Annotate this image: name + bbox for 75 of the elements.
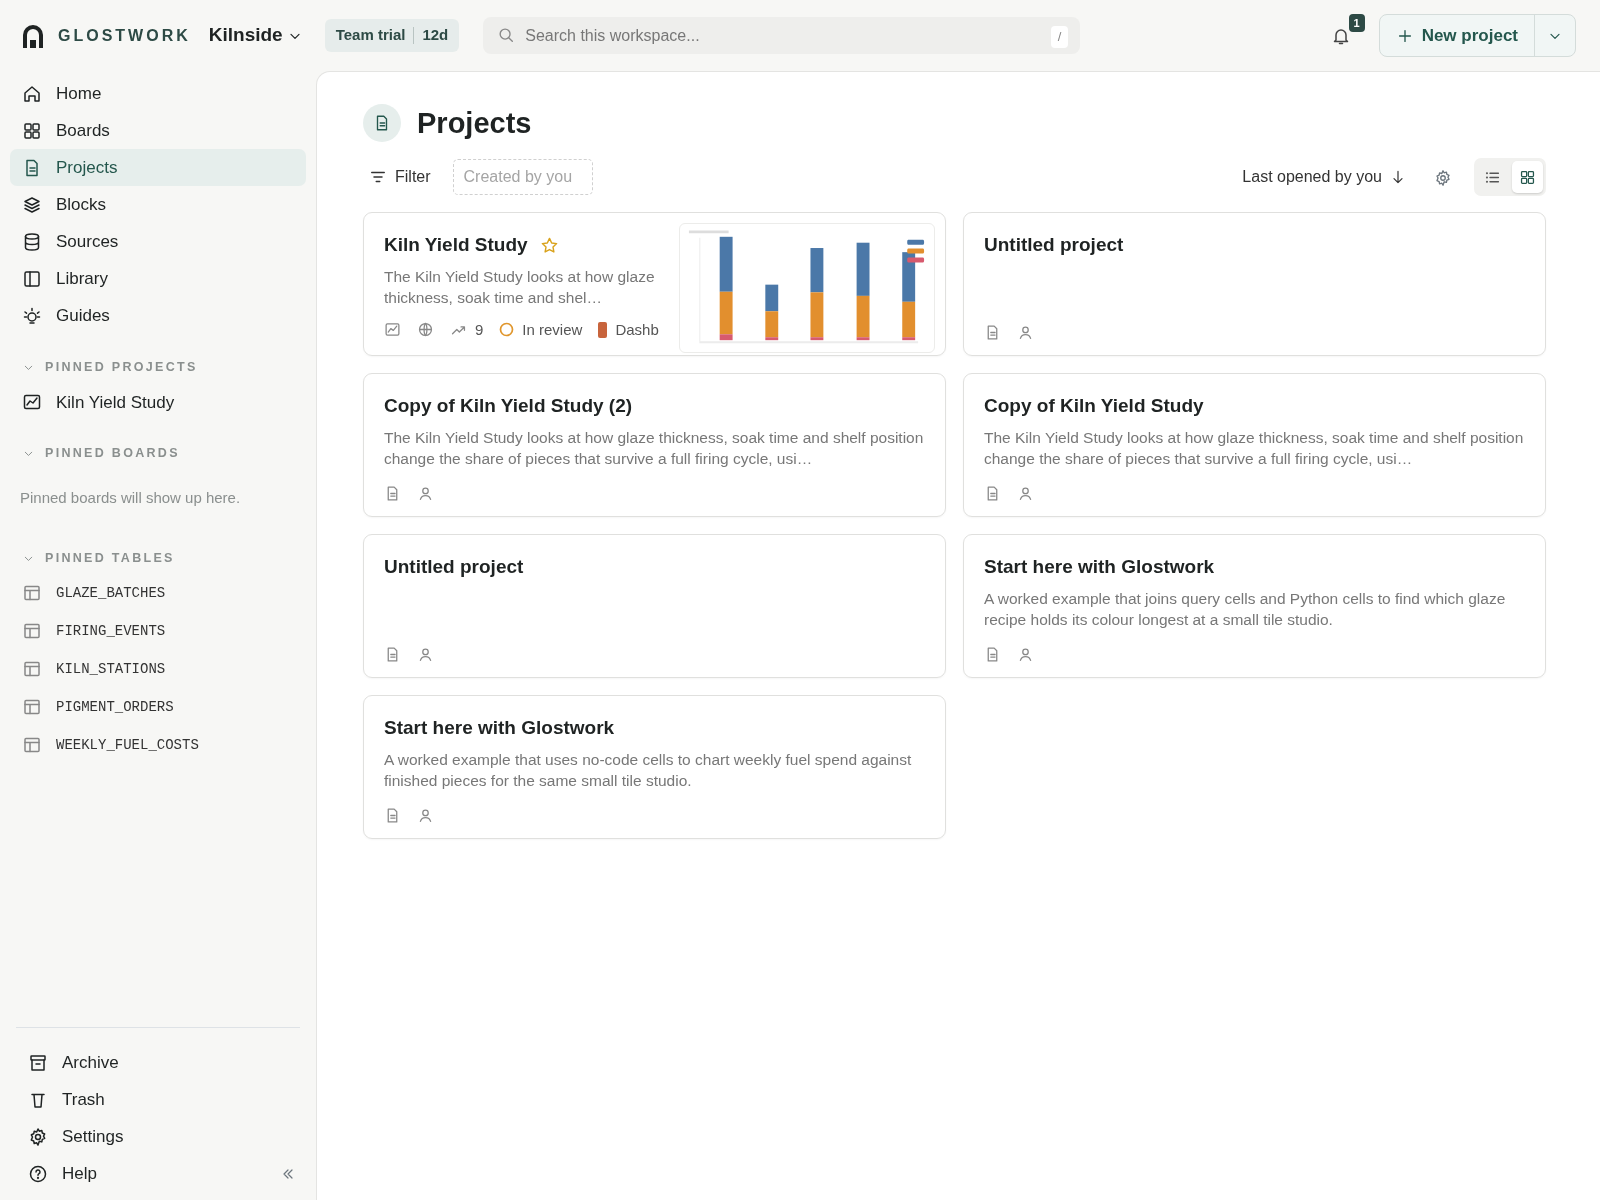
search-icon — [497, 26, 516, 44]
sidebar-item[interactable]: Kiln Yield Study — [10, 384, 306, 420]
sidebar-item[interactable]: Home — [10, 75, 306, 112]
person-icon — [1017, 485, 1034, 502]
tag-label: Dashb — [615, 319, 659, 340]
trial-days: 12d — [422, 24, 449, 47]
project-description: The Kiln Yield Study looks at how glaze thickness, soak time and shelf position change the share of pieces that survive a full firing cycle, usi… — [984, 427, 1525, 469]
project-card[interactable]: Start here with Glostwork A worked example that uses no-code cells to chart weekly fuel spend against finished pieces for the same small tile studio. — [363, 695, 946, 839]
help-icon — [28, 1163, 48, 1184]
person-icon — [1017, 646, 1034, 663]
sidebar-item[interactable]: Settings — [16, 1118, 300, 1155]
project-title: Untitled project — [384, 555, 524, 579]
sun-icon — [22, 305, 42, 326]
view-count: 9 — [475, 319, 484, 340]
settings-icon — [1434, 168, 1452, 187]
arrow-down-icon — [1390, 169, 1406, 185]
sidebar-item[interactable]: KILN_STATIONS — [10, 651, 306, 687]
brand-name: GLOSTWORK — [58, 25, 191, 46]
sidebar-item[interactable]: FIRING_EVENTS — [10, 613, 306, 649]
sidebar-item[interactable]: Guides — [10, 297, 306, 334]
sidebar-item[interactable]: Help — [16, 1155, 280, 1192]
trial-label: Team trial — [335, 25, 406, 46]
database-icon — [22, 231, 42, 252]
filter-button[interactable]: Filter — [363, 164, 437, 190]
empty-message: Pinned boards will show up here. — [19, 487, 242, 508]
project-card[interactable]: Untitled project — [963, 212, 1546, 356]
notification-count: 1 — [1348, 13, 1365, 32]
sidebar-item[interactable]: GLAZE_BATCHES — [10, 575, 306, 611]
sidebar-item[interactable]: Trash — [16, 1081, 300, 1118]
chart-icon — [384, 321, 401, 339]
layers-icon — [22, 194, 42, 215]
grid-view-button[interactable] — [1512, 161, 1543, 193]
project-title: Start here with Glostwork — [984, 555, 1215, 579]
project-description: A worked example that joins query cells and Python cells to find which glaze recipe holds its colour longest at a small tile studio. — [984, 588, 1507, 630]
tag-swatch-icon — [598, 321, 608, 338]
sidebar-item[interactable]: Projects — [10, 149, 306, 186]
sidebar-item[interactable]: Archive — [16, 1044, 300, 1081]
project-description: A worked example that uses no-code cells to chart weekly fuel spend against finished pieces for the same small tile studio. — [384, 749, 913, 791]
person-icon — [417, 485, 434, 502]
project-card[interactable]: Kiln Yield Study The Kiln Yield Study looks at how glaze thickness, soak time and shel… 9 In review Dashb — [363, 212, 946, 356]
sidebar-item[interactable]: Sources — [10, 223, 306, 260]
archive-icon — [28, 1052, 48, 1073]
page-title: Projects — [417, 105, 532, 141]
sidebar-item[interactable]: Boards — [10, 112, 306, 149]
sidebar-item[interactable]: PIGMENT_ORDERS — [10, 689, 306, 725]
sort-button[interactable]: Last opened by you — [1236, 164, 1412, 190]
project-card[interactable]: Copy of Kiln Yield Study The Kiln Yield Study looks at how glaze thickness, soak time and shelf position change the share of pieces that survive a full firing cycle, usi… — [963, 373, 1546, 517]
project-card[interactable]: Untitled project — [363, 534, 946, 678]
person-icon — [417, 646, 434, 663]
person-icon — [417, 807, 434, 824]
home-icon — [22, 83, 42, 104]
project-description: The Kiln Yield Study looks at how glaze thickness, soak time and shel… — [384, 266, 656, 308]
status-label: In review — [522, 319, 583, 340]
sidebar-item[interactable]: WEEKLY_FUEL_COSTS — [10, 727, 306, 763]
sidebar-item[interactable]: Blocks — [10, 186, 306, 223]
settings-icon — [28, 1126, 48, 1147]
grid-icon — [22, 120, 42, 141]
star-icon — [539, 235, 559, 255]
project-title: Untitled project — [984, 233, 1124, 257]
project-title: Kiln Yield Study — [384, 233, 528, 257]
project-title: Copy of Kiln Yield Study (2) — [384, 394, 633, 418]
project-title: Start here with Glostwork — [384, 716, 615, 740]
filter-chip[interactable]: Created by you — [452, 159, 593, 195]
globe-icon — [417, 321, 434, 339]
person-icon — [1017, 324, 1034, 341]
workspace-switcher[interactable]: Kilnside — [202, 20, 309, 51]
sidebar-item[interactable]: Library — [10, 260, 306, 297]
project-card[interactable]: Start here with Glostwork A worked example that joins query cells and Python cells to find which glaze recipe holds its colour longest at a small tile studio. — [963, 534, 1546, 678]
status-ring-icon — [499, 322, 515, 338]
grid-icon — [1519, 169, 1536, 187]
panel-icon — [22, 268, 42, 289]
project-title: Copy of Kiln Yield Study — [984, 394, 1204, 418]
logo-icon — [20, 22, 46, 49]
project-description: The Kiln Yield Study looks at how glaze thickness, soak time and shelf position change the share of pieces that survive a full firing cycle, usi… — [384, 427, 925, 469]
project-card[interactable]: Copy of Kiln Yield Study (2) The Kiln Yield Study looks at how glaze thickness, soak time and shelf position change the share of pieces that survive a full firing cycle, usi… — [363, 373, 946, 517]
